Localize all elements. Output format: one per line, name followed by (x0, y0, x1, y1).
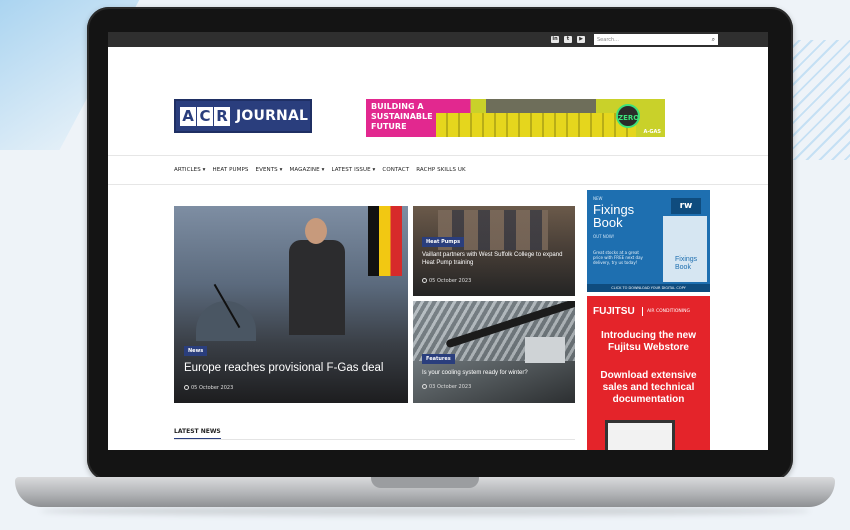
latest-news-heading: LATEST NEWS (174, 428, 221, 439)
section-divider (174, 439, 575, 440)
article-tag[interactable]: Heat Pumps (422, 237, 465, 247)
nav-articles[interactable]: ARTICLES ▾ (174, 167, 206, 173)
banner-crates (436, 113, 636, 137)
logo-journal: JOURNAL (236, 108, 309, 124)
laptop-image (605, 420, 675, 450)
article-card-features[interactable]: Features Is your cooling system ready fo… (413, 301, 575, 403)
search-input[interactable]: Search... ⌕ (594, 34, 718, 45)
ad-title-line: Book (593, 215, 623, 230)
banner-line: FUTURE (371, 122, 407, 131)
article-date-text: 05 October 2023 (429, 278, 472, 284)
nav-rachp-skills[interactable]: RACHP SKILLS UK (416, 167, 466, 173)
article-card-heat-pumps[interactable]: Heat Pumps Vaillant partners with West S… (413, 206, 575, 296)
youtube-icon[interactable]: ▶ (577, 36, 585, 43)
speaker-image (289, 240, 345, 335)
clock-icon (184, 385, 189, 390)
zero-badge-icon: ZERO (616, 104, 640, 128)
fixings-book-ad[interactable]: NEW Fixings Book OUT NOW! Great stocks a… (587, 190, 710, 292)
book-cover-line: Book (675, 264, 691, 271)
banner-line: SUSTAINABLE (371, 112, 433, 121)
ad-description: Great stocks at a great price with FREE … (593, 250, 643, 265)
banner-text: BUILDING A SUSTAINABLE FUTURE (371, 102, 461, 132)
fujitsu-logo: FUJITSU (593, 306, 635, 317)
article-title[interactable]: Europe reaches provisional F-Gas deal (184, 362, 408, 374)
linkedin-icon[interactable]: in (551, 36, 559, 43)
article-date: 03 October 2023 (422, 384, 471, 390)
logo-letter: A (180, 106, 196, 126)
book-cover-text: Fixings Book (675, 256, 697, 272)
twitter-icon[interactable]: t (564, 36, 572, 43)
laptop-shadow (40, 506, 810, 516)
site-logo[interactable]: A C R JOURNAL (174, 99, 312, 133)
logo-letter: C (197, 106, 213, 126)
ad-title: Fixings Book (593, 203, 634, 229)
ad-download-strip[interactable]: CLICK TO DOWNLOAD YOUR DIGITAL COPY (587, 284, 710, 292)
site-header: A C R JOURNAL BUILDING A SUSTAINABLE FUT… (108, 47, 768, 155)
browser-screen: in t ▶ Search... ⌕ A C R JOURNAL BUILDIN… (108, 32, 768, 450)
top-bar: in t ▶ Search... ⌕ (108, 32, 768, 47)
rw-logo: rw (671, 198, 701, 214)
speaker-head-image (305, 218, 327, 244)
nav-heat-pumps[interactable]: HEAT PUMPS (213, 167, 249, 173)
article-title[interactable]: Is your cooling system ready for winter? (422, 369, 568, 377)
search-icon[interactable]: ⌕ (712, 36, 715, 44)
clock-icon (422, 384, 427, 389)
flag-image (368, 206, 402, 276)
search-placeholder: Search... (597, 36, 619, 43)
book-cover-line: Fixings (675, 256, 698, 263)
ad-divider (642, 307, 643, 316)
fujitsu-ad[interactable]: FUJITSU AIR CONDITIONING Introducing the… (587, 296, 710, 450)
main-nav: ARTICLES ▾ HEAT PUMPS EVENTS ▾ MAGAZINE … (108, 155, 768, 185)
cooling-unit-image (525, 337, 565, 363)
article-date-text: 05 October 2023 (191, 385, 234, 391)
article-tag[interactable]: News (184, 346, 208, 356)
article-date-text: 03 October 2023 (429, 384, 472, 390)
article-date: 05 October 2023 (184, 385, 233, 391)
article-title[interactable]: Vaillant partners with West Suffolk Coll… (422, 251, 568, 267)
book-image (663, 216, 707, 282)
banner-line: BUILDING A (371, 102, 424, 111)
nav-contact[interactable]: CONTACT (382, 167, 409, 173)
ad-small-text: NEW (593, 196, 603, 201)
nav-events[interactable]: EVENTS ▾ (256, 167, 283, 173)
laptop-notch (371, 477, 479, 488)
ad-headline: Introducing the new Fujitsu Webstore (601, 330, 696, 353)
nav-magazine[interactable]: MAGAZINE ▾ (290, 167, 325, 173)
article-date: 05 October 2023 (422, 278, 471, 284)
article-card-featured[interactable]: News Europe reaches provisional F-Gas de… (174, 206, 408, 403)
banner-brand: A-GAS (643, 129, 661, 135)
clock-icon (422, 278, 427, 283)
logo-letter: R (214, 106, 230, 126)
article-tag[interactable]: Features (422, 354, 455, 364)
nav-latest-issue[interactable]: LATEST ISSUE ▾ (331, 167, 375, 173)
ad-subheadline: Download extensive sales and technical d… (600, 370, 697, 405)
logo-acr: A C R (180, 106, 230, 126)
banner-warehouse (486, 99, 596, 113)
ad-category: AIR CONDITIONING (647, 309, 690, 314)
header-banner-ad[interactable]: BUILDING A SUSTAINABLE FUTURE ZERO A-GAS (366, 99, 665, 137)
ad-order-text: OUT NOW! (593, 234, 615, 239)
